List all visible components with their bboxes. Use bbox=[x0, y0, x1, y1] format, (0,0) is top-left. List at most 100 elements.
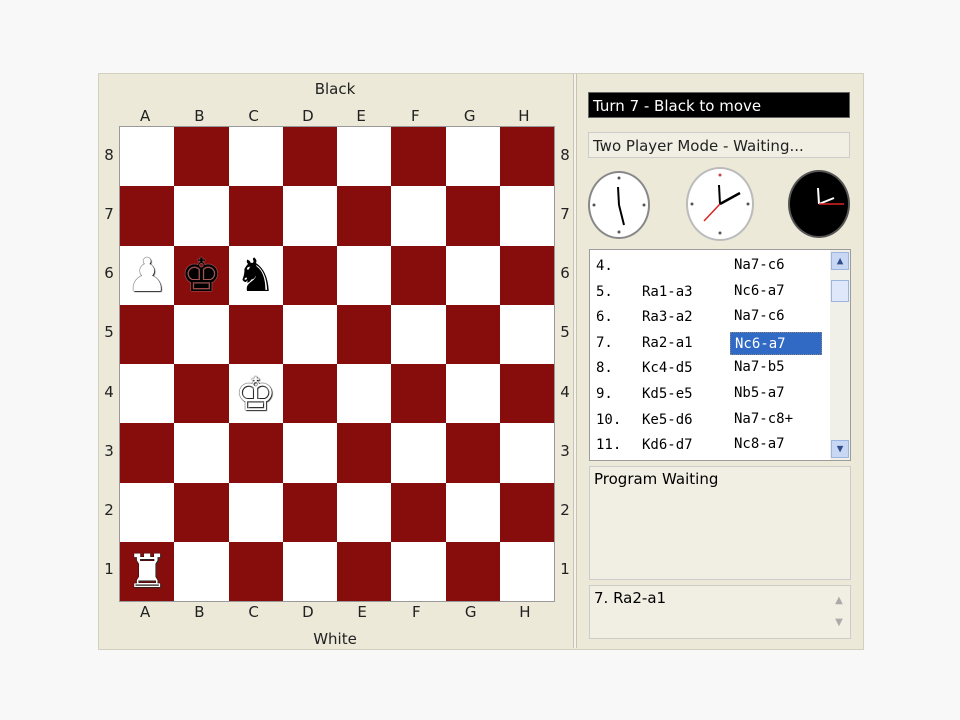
square-b2[interactable] bbox=[174, 482, 229, 542]
square-c3[interactable] bbox=[228, 423, 283, 483]
square-a6[interactable]: ♟ bbox=[120, 245, 175, 305]
move-row[interactable]: 5. Ra1-a3 Nc6-a7 bbox=[590, 280, 830, 305]
move-row[interactable]: 8. Kc4-d5 Na7-b5 bbox=[590, 356, 830, 381]
square-h3[interactable] bbox=[499, 423, 554, 483]
square-h7[interactable] bbox=[499, 186, 554, 246]
square-f5[interactable] bbox=[391, 304, 446, 364]
square-h6[interactable] bbox=[499, 245, 554, 305]
square-h1[interactable] bbox=[499, 541, 554, 601]
white-move[interactable]: Kd6-d7 bbox=[642, 437, 693, 453]
square-f7[interactable] bbox=[391, 186, 446, 246]
black-move[interactable]: Na7-c6 bbox=[730, 254, 822, 277]
move-row[interactable]: 9. Kd5-e5 Nb5-a7 bbox=[590, 382, 830, 407]
black-move-selected[interactable]: Nc6-a7 bbox=[730, 331, 822, 355]
square-e2[interactable] bbox=[337, 482, 392, 542]
move-row[interactable]: 6. Ra3-a2 Na7-c6 bbox=[590, 305, 830, 330]
white-pawn-piece[interactable]: ♟ bbox=[127, 252, 168, 298]
square-g3[interactable] bbox=[445, 423, 500, 483]
square-e7[interactable] bbox=[337, 186, 392, 246]
white-king-piece[interactable]: ♚ bbox=[235, 371, 276, 417]
square-f3[interactable] bbox=[391, 423, 446, 483]
square-b7[interactable] bbox=[174, 186, 229, 246]
square-a7[interactable] bbox=[120, 186, 175, 246]
square-a4[interactable] bbox=[120, 364, 175, 424]
scrollbar-thumb[interactable] bbox=[831, 280, 849, 302]
black-move[interactable]: Nb5-a7 bbox=[730, 382, 822, 405]
move-list-scrollbar[interactable]: ▲ ▼ bbox=[830, 250, 850, 460]
square-f1[interactable] bbox=[391, 541, 446, 601]
last-move-scrollbar[interactable]: ▲ ▼ bbox=[830, 590, 848, 634]
square-c6[interactable]: ♞ bbox=[228, 245, 283, 305]
square-g1[interactable] bbox=[445, 541, 500, 601]
square-h4[interactable] bbox=[499, 364, 554, 424]
panel-divider[interactable] bbox=[573, 74, 577, 648]
chevron-up-icon[interactable]: ▲ bbox=[831, 252, 849, 270]
square-a2[interactable] bbox=[120, 482, 175, 542]
square-e5[interactable] bbox=[337, 304, 392, 364]
square-d5[interactable] bbox=[282, 304, 337, 364]
black-move[interactable]: Na7-b5 bbox=[730, 356, 822, 379]
square-b1[interactable] bbox=[174, 541, 229, 601]
chevron-down-icon[interactable]: ▼ bbox=[830, 612, 848, 634]
black-move[interactable]: Nc6-a7 bbox=[730, 280, 822, 303]
square-b3[interactable] bbox=[174, 423, 229, 483]
move-row[interactable]: 11. Kd6-d7 Nc8-a7 bbox=[590, 433, 830, 458]
square-f6[interactable] bbox=[391, 245, 446, 305]
square-d4[interactable] bbox=[282, 364, 337, 424]
square-b4[interactable] bbox=[174, 364, 229, 424]
square-a3[interactable] bbox=[120, 423, 175, 483]
square-c1[interactable] bbox=[228, 541, 283, 601]
square-g7[interactable] bbox=[445, 186, 500, 246]
square-b5[interactable] bbox=[174, 304, 229, 364]
black-move[interactable]: Na7-c8+ bbox=[730, 408, 822, 431]
square-d3[interactable] bbox=[282, 423, 337, 483]
white-move[interactable]: Ra3-a2 bbox=[642, 309, 693, 325]
square-c8[interactable] bbox=[228, 127, 283, 187]
square-a5[interactable] bbox=[120, 304, 175, 364]
square-h5[interactable] bbox=[499, 304, 554, 364]
move-list[interactable]: 4. Na7-c6 5. Ra1-a3 Nc6-a7 6. Ra3-a2 Na7-c6 7. Ra… bbox=[589, 249, 851, 461]
square-e6[interactable] bbox=[337, 245, 392, 305]
square-h2[interactable] bbox=[499, 482, 554, 542]
square-e4[interactable] bbox=[337, 364, 392, 424]
square-g4[interactable] bbox=[445, 364, 500, 424]
square-e8[interactable] bbox=[337, 127, 392, 187]
square-g6[interactable] bbox=[445, 245, 500, 305]
black-knight-piece[interactable]: ♞ bbox=[235, 252, 276, 298]
white-move[interactable]: Ra2-a1 bbox=[642, 335, 693, 351]
square-e3[interactable] bbox=[337, 423, 392, 483]
move-row[interactable]: 4. Na7-c6 bbox=[590, 254, 830, 279]
white-move[interactable]: Ke5-d6 bbox=[642, 412, 693, 428]
square-c4[interactable]: ♚ bbox=[228, 364, 283, 424]
square-d8[interactable] bbox=[282, 127, 337, 187]
chevron-up-icon[interactable]: ▲ bbox=[830, 590, 848, 612]
white-move[interactable]: Kd5-e5 bbox=[642, 386, 693, 402]
square-d1[interactable] bbox=[282, 541, 337, 601]
move-row[interactable]: 10. Ke5-d6 Na7-c8+ bbox=[590, 408, 830, 433]
chess-board[interactable]: ♟ ♚ ♞ ♚ ♜ bbox=[119, 126, 555, 602]
square-f4[interactable] bbox=[391, 364, 446, 424]
white-move[interactable]: Ra1-a3 bbox=[642, 284, 693, 300]
chevron-down-icon[interactable]: ▼ bbox=[831, 440, 849, 458]
square-d7[interactable] bbox=[282, 186, 337, 246]
white-rook-piece[interactable]: ♜ bbox=[127, 548, 168, 594]
square-c5[interactable] bbox=[228, 304, 283, 364]
square-h8[interactable] bbox=[499, 127, 554, 187]
square-f8[interactable] bbox=[391, 127, 446, 187]
square-b6[interactable]: ♚ bbox=[174, 245, 229, 305]
square-g2[interactable] bbox=[445, 482, 500, 542]
square-d6[interactable] bbox=[282, 245, 337, 305]
square-b8[interactable] bbox=[174, 127, 229, 187]
last-move-box[interactable]: 7. Ra2-a1 ▲ ▼ bbox=[589, 585, 851, 639]
square-c7[interactable] bbox=[228, 186, 283, 246]
square-c2[interactable] bbox=[228, 482, 283, 542]
square-a1[interactable]: ♜ bbox=[120, 541, 175, 601]
black-move[interactable]: Na7-c6 bbox=[730, 305, 822, 328]
square-d2[interactable] bbox=[282, 482, 337, 542]
black-move[interactable]: Nc8-a7 bbox=[730, 433, 822, 456]
move-row[interactable]: 7. Ra2-a1 Nc6-a7 bbox=[590, 331, 830, 356]
black-king-piece[interactable]: ♚ bbox=[181, 252, 222, 298]
white-move[interactable]: Kc4-d5 bbox=[642, 360, 693, 376]
square-f2[interactable] bbox=[391, 482, 446, 542]
square-a8[interactable] bbox=[120, 127, 175, 187]
